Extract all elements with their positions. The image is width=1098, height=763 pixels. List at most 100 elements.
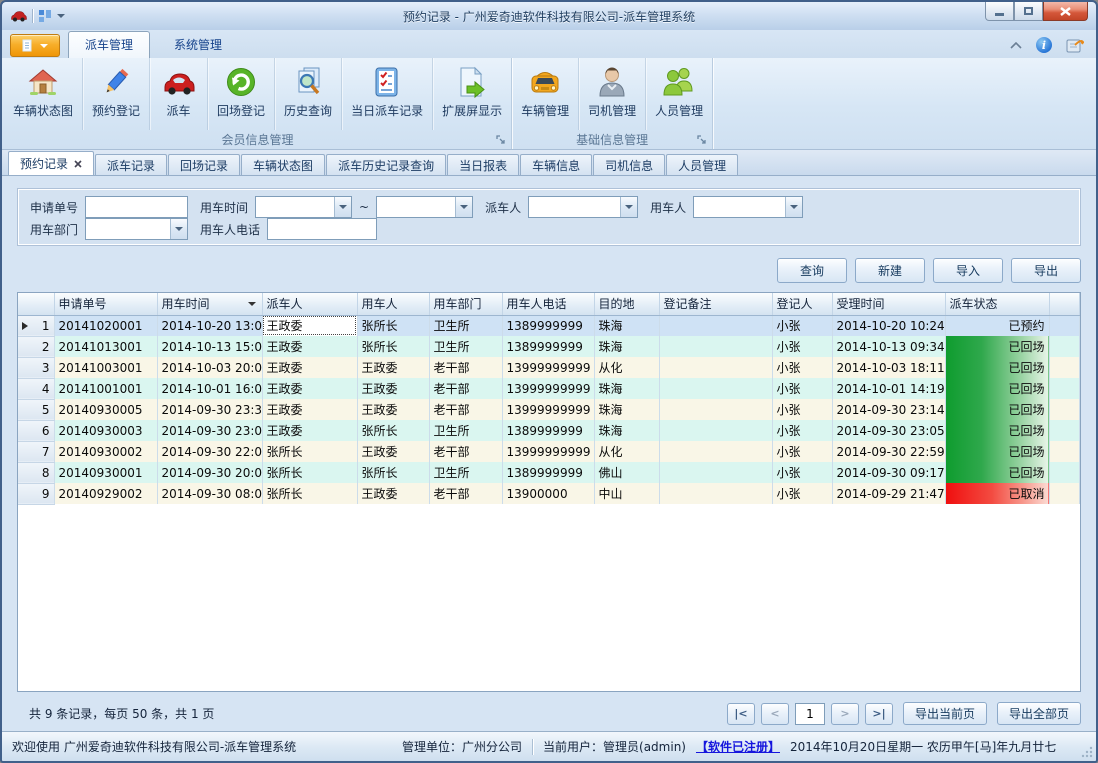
table-cell[interactable]: 从化 (594, 441, 659, 462)
table-cell[interactable] (659, 420, 772, 441)
table-cell[interactable]: 小张 (772, 336, 832, 357)
table-cell[interactable]: 2014-09-30 23:00 (157, 420, 262, 441)
document-tab[interactable]: 车辆信息 (520, 154, 592, 175)
column-header[interactable]: 派车状态 (945, 293, 1049, 315)
table-cell[interactable]: 老干部 (429, 441, 502, 462)
table-cell[interactable]: 张所长 (262, 441, 357, 462)
use-time-from-combo[interactable] (255, 196, 352, 218)
info-icon[interactable]: i (1036, 37, 1052, 53)
table-cell[interactable]: 2014-10-03 20:00 (157, 357, 262, 378)
table-cell[interactable]: 13999999999 (502, 378, 594, 399)
table-cell[interactable] (659, 462, 772, 483)
ribbon-button-extended-screen[interactable]: 扩展屏显示 (433, 58, 511, 130)
table-cell[interactable]: 小张 (772, 441, 832, 462)
combo-dropdown-button[interactable] (334, 197, 351, 217)
ribbon-tab-system[interactable]: 系统管理 (158, 32, 238, 58)
table-cell[interactable]: 老干部 (429, 483, 502, 504)
table-cell[interactable]: 1389999999 (502, 336, 594, 357)
help-about-icon[interactable] (1066, 37, 1084, 53)
department-combo[interactable] (85, 218, 188, 240)
table-cell[interactable]: 卫生所 (429, 420, 502, 441)
document-tab[interactable]: 派车历史记录查询 (326, 154, 446, 175)
table-cell[interactable]: 13999999999 (502, 399, 594, 420)
table-cell[interactable] (659, 357, 772, 378)
prev-page-button[interactable]: < (761, 703, 789, 725)
car-user-combo[interactable] (693, 196, 803, 218)
last-page-button[interactable]: >| (865, 703, 893, 725)
table-row[interactable]: 5201409300052014-09-30 23:30王政委王政委老干部139… (18, 399, 1080, 420)
table-row[interactable]: 4201410010012014-10-01 16:00王政委王政委老干部139… (18, 378, 1080, 399)
row-header[interactable]: 7 (18, 441, 54, 462)
ribbon-button-personnel-management[interactable]: 人员管理 (646, 58, 712, 130)
table-cell[interactable]: 张所长 (357, 420, 429, 441)
document-tab[interactable]: 当日报表 (447, 154, 519, 175)
table-cell[interactable] (659, 336, 772, 357)
table-cell[interactable]: 小张 (772, 315, 832, 336)
table-cell[interactable]: 小张 (772, 462, 832, 483)
table-cell[interactable]: 张所长 (357, 315, 429, 336)
table-cell[interactable]: 20141020001 (54, 315, 157, 336)
table-cell[interactable]: 1389999999 (502, 420, 594, 441)
table-cell[interactable]: 张所长 (262, 462, 357, 483)
next-page-button[interactable]: > (831, 703, 859, 725)
column-header[interactable]: 登记人 (772, 293, 832, 315)
registered-link[interactable]: 【软件已注册】 (696, 738, 780, 755)
table-cell[interactable]: 老干部 (429, 399, 502, 420)
dispatcher-combo[interactable] (528, 196, 638, 218)
apply-no-input[interactable] (85, 196, 188, 218)
table-cell[interactable]: 王政委 (357, 357, 429, 378)
table-cell[interactable]: 20140930005 (54, 399, 157, 420)
table-cell[interactable]: 王政委 (262, 378, 357, 399)
combo-dropdown-button[interactable] (620, 197, 637, 217)
table-cell[interactable] (659, 399, 772, 420)
combo-dropdown-button[interactable] (785, 197, 802, 217)
ribbon-button-dispatch[interactable]: 派车 (150, 58, 208, 130)
page-number-input[interactable] (795, 703, 825, 725)
column-header[interactable]: 申请单号 (54, 293, 157, 315)
table-cell[interactable]: 13999999999 (502, 357, 594, 378)
table-cell[interactable]: 2014-10-20 13:00 (157, 315, 262, 336)
table-cell[interactable]: 2014-09-30 23:30 (157, 399, 262, 420)
ribbon-tab-dispatch[interactable]: 派车管理 (68, 31, 150, 58)
table-cell[interactable]: 珠海 (594, 336, 659, 357)
column-header[interactable]: 派车人 (262, 293, 357, 315)
table-cell[interactable]: 20140930003 (54, 420, 157, 441)
export-current-page-button[interactable]: 导出当前页 (903, 702, 987, 725)
table-cell[interactable]: 珠海 (594, 399, 659, 420)
table-cell[interactable]: 卫生所 (429, 336, 502, 357)
ribbon-button-vehicle-status-map[interactable]: 车辆状态图 (4, 58, 83, 130)
table-cell[interactable] (659, 378, 772, 399)
table-cell[interactable]: 20140930001 (54, 462, 157, 483)
table-row[interactable]: 7201409300022014-09-30 22:00张所长王政委老干部139… (18, 441, 1080, 462)
table-cell[interactable]: 王政委 (357, 378, 429, 399)
table-row[interactable]: 3201410030012014-10-03 20:00王政委王政委老干部139… (18, 357, 1080, 378)
table-cell[interactable]: 20141001001 (54, 378, 157, 399)
document-tab[interactable]: 人员管理 (666, 154, 738, 175)
use-time-to-combo[interactable] (376, 196, 473, 218)
ribbon-button-driver-management[interactable]: 司机管理 (579, 58, 646, 130)
table-cell[interactable]: 张所长 (357, 336, 429, 357)
row-header[interactable]: 8 (18, 462, 54, 483)
app-menu-button[interactable] (10, 34, 60, 57)
phone-input[interactable] (267, 218, 377, 240)
ribbon-button-history-query[interactable]: 历史查询 (275, 58, 342, 130)
document-tab[interactable]: 司机信息 (593, 154, 665, 175)
table-cell[interactable]: 20141003001 (54, 357, 157, 378)
table-row[interactable]: 2201410130012014-10-13 15:00王政委张所长卫生所138… (18, 336, 1080, 357)
table-cell[interactable]: 张所长 (262, 483, 357, 504)
dialog-launcher-icon[interactable] (496, 135, 507, 146)
quick-access-layout-icon[interactable] (38, 9, 52, 23)
combo-dropdown-button[interactable] (170, 219, 187, 239)
table-cell[interactable]: 2014-09-30 22:59 (832, 441, 945, 462)
table-cell[interactable]: 老干部 (429, 357, 502, 378)
import-button[interactable]: 导入 (933, 258, 1003, 283)
row-header[interactable]: 5 (18, 399, 54, 420)
row-header[interactable]: 6 (18, 420, 54, 441)
combo-dropdown-button[interactable] (455, 197, 472, 217)
row-header[interactable]: 2 (18, 336, 54, 357)
minimize-button[interactable] (985, 2, 1014, 21)
table-cell[interactable]: 中山 (594, 483, 659, 504)
table-row[interactable]: 6201409300032014-09-30 23:00王政委张所长卫生所138… (18, 420, 1080, 441)
table-cell[interactable]: 珠海 (594, 378, 659, 399)
table-cell[interactable]: 2014-09-30 23:05 (832, 420, 945, 441)
